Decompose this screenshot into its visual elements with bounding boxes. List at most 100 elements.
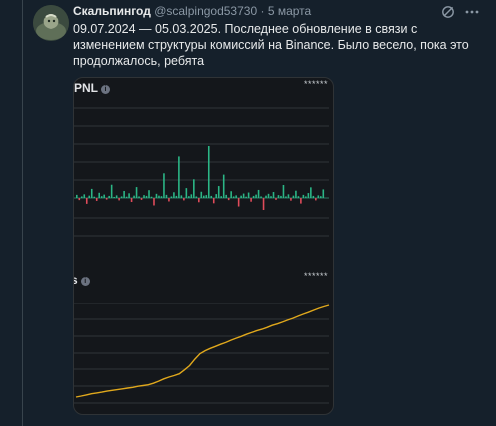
header-separator: · — [260, 4, 265, 18]
post-media-image[interactable]: PNLi ****** si ****** — [73, 77, 334, 415]
pnl-bar — [155, 193, 158, 198]
pnl-bar — [225, 194, 227, 198]
pnl-bar — [270, 196, 272, 198]
pnl-bar — [220, 196, 223, 198]
pnl-bar — [148, 190, 150, 198]
pnl-bar — [190, 194, 193, 198]
pnl-bar — [95, 198, 98, 201]
pnl-bar — [290, 198, 292, 201]
pnl-bar — [202, 195, 205, 198]
pnl-bar — [222, 174, 225, 198]
pnl-bar — [212, 198, 215, 204]
pnl-bar — [183, 198, 185, 201]
pnl-bar — [240, 195, 242, 198]
daily-pnl-chart — [74, 107, 329, 237]
pnl-bar — [215, 194, 218, 198]
pnl-bar — [282, 185, 285, 198]
pnl-bar — [128, 193, 130, 198]
pnl-bar — [78, 198, 81, 201]
pnl-bar — [150, 196, 153, 198]
pnl-bar — [287, 194, 290, 198]
pnl-bar — [168, 198, 170, 202]
pnl-bar — [143, 195, 145, 198]
cumulative-pnl-chart — [74, 303, 330, 404]
pnl-bar — [173, 192, 175, 198]
pnl-bar — [267, 193, 270, 198]
pnl-bar — [83, 194, 86, 198]
pnl-bar — [300, 198, 302, 204]
cumulative-pnl-title: s — [74, 273, 78, 287]
cumulative-pnl-panel-header: si — [74, 273, 90, 287]
post-header: Скальпингод @scalpingod53730 · 5 марта — [73, 3, 311, 19]
cumulative-pnl-masked-value: ****** — [304, 271, 329, 281]
post-text: 09.07.2024 — 05.03.2025. Последнее обнов… — [73, 22, 469, 68]
pnl-bar — [292, 195, 295, 198]
pnl-bar — [110, 184, 113, 198]
pnl-bar — [302, 194, 305, 198]
daily-pnl-panel-header: PNL i — [74, 81, 110, 95]
pnl-bar — [105, 198, 108, 200]
pnl-bar — [125, 196, 128, 198]
pnl-bar — [135, 187, 138, 198]
pnl-bar — [108, 195, 110, 198]
pnl-bar — [310, 187, 312, 198]
pnl-bar — [140, 198, 143, 200]
pnl-bar — [180, 195, 183, 198]
pnl-bar — [198, 198, 200, 203]
post-date[interactable]: 5 марта — [268, 4, 311, 18]
pnl-bar — [115, 195, 118, 198]
pnl-bar — [153, 198, 155, 206]
pnl-bar — [120, 196, 123, 198]
pnl-bar — [235, 195, 237, 198]
pnl-bar — [250, 198, 252, 202]
pnl-bar — [85, 198, 88, 204]
pnl-bar — [205, 195, 208, 198]
pnl-bar — [175, 195, 178, 198]
author-name[interactable]: Скальпингод — [73, 4, 151, 18]
pnl-bar — [315, 198, 317, 201]
pnl-bar — [297, 196, 300, 198]
pnl-bar — [133, 195, 135, 198]
pnl-bar — [178, 156, 180, 198]
avatar[interactable] — [33, 5, 69, 41]
pnl-bar — [322, 189, 325, 198]
pnl-bar — [280, 195, 282, 198]
pnl-bar — [227, 198, 230, 201]
pnl-bar — [320, 196, 322, 198]
pnl-bar — [262, 198, 265, 210]
pnl-bar — [305, 196, 307, 198]
pnl-bar — [232, 196, 235, 198]
info-icon: i — [101, 85, 110, 94]
pnl-bar — [170, 196, 173, 198]
pnl-bar — [277, 195, 280, 198]
info-icon: i — [80, 277, 90, 286]
pnl-bar — [245, 196, 247, 198]
pnl-bar — [247, 192, 250, 198]
pnl-bar — [130, 198, 133, 202]
pnl-bar — [145, 195, 148, 198]
pnl-bar — [255, 194, 257, 198]
pnl-bar — [242, 193, 245, 198]
pnl-bar — [88, 195, 91, 198]
pnl-bar — [230, 191, 232, 198]
avatar-image — [33, 5, 69, 41]
pnl-bar — [217, 186, 220, 198]
pnl-bar — [252, 195, 255, 198]
pnl-bar — [76, 194, 78, 198]
pnl-bar — [103, 194, 105, 198]
pnl-bar — [165, 194, 168, 198]
pnl-bar — [123, 190, 125, 198]
pnl-bar — [158, 195, 160, 198]
daily-pnl-masked-value: ****** — [304, 79, 329, 89]
pnl-bar — [100, 196, 103, 198]
pnl-bar — [163, 173, 165, 198]
pnl-bar — [93, 196, 96, 198]
pnl-bar — [188, 196, 190, 198]
author-handle[interactable]: @scalpingod53730 — [154, 4, 257, 18]
pnl-bar — [138, 196, 140, 198]
pnl-bar — [118, 198, 120, 201]
pnl-bar — [200, 191, 203, 198]
pnl-bar — [275, 198, 277, 200]
pnl-bar — [260, 196, 262, 198]
pnl-bar — [193, 179, 195, 198]
